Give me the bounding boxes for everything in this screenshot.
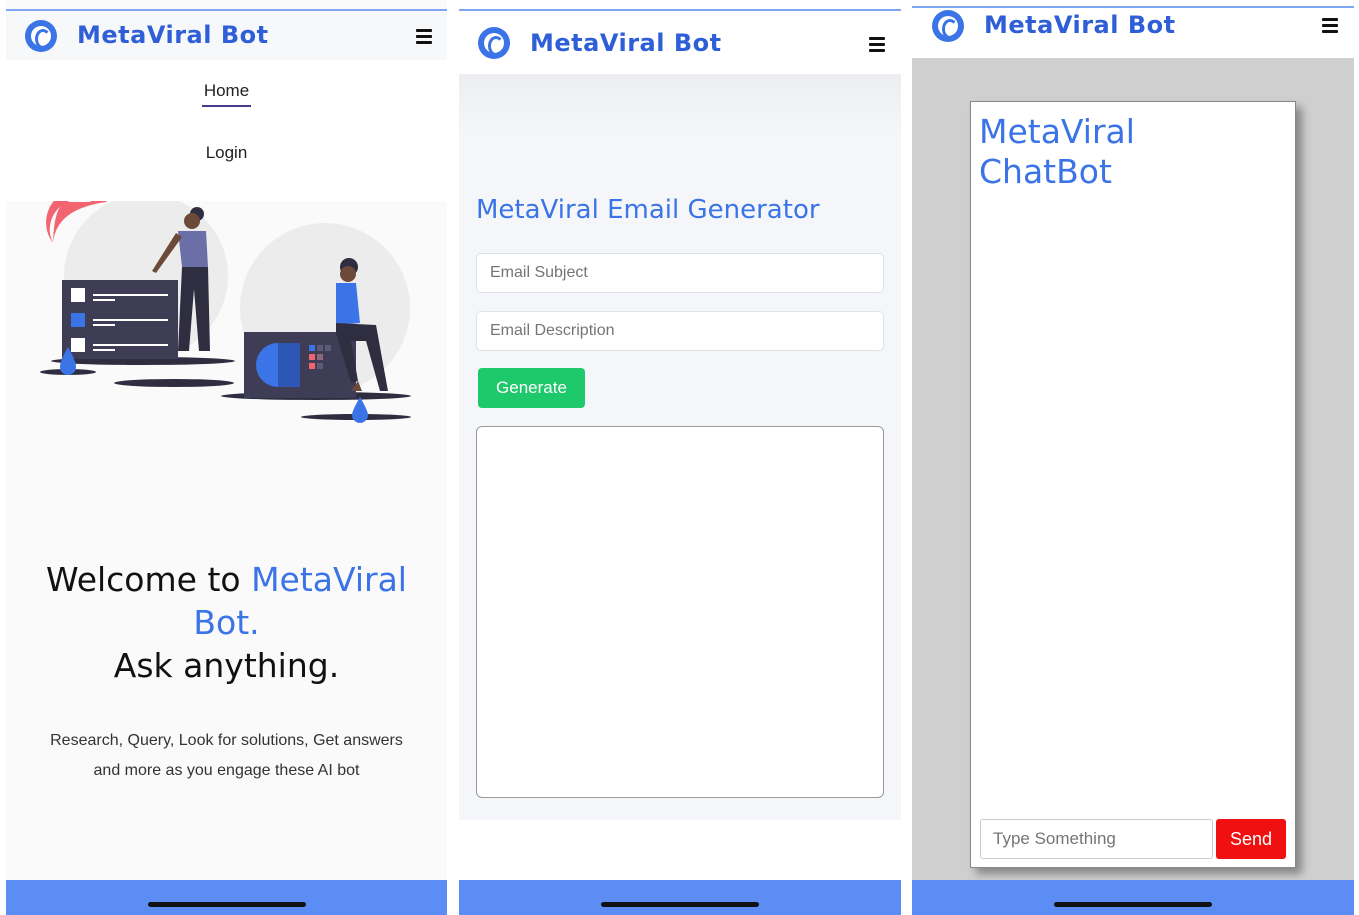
chatbot-title: MetaViral ChatBot xyxy=(979,112,1154,192)
nav-link-login[interactable]: Login xyxy=(6,143,447,163)
email-subject-input[interactable] xyxy=(476,253,884,293)
send-button[interactable]: Send xyxy=(1216,819,1286,859)
nav-menu: Home Login xyxy=(6,60,447,201)
welcome-heading: Welcome to MetaViral Bot. Ask anything. xyxy=(26,558,427,687)
navbar: MetaViral Bot xyxy=(459,11,901,74)
hamburger-menu-icon[interactable] xyxy=(869,37,885,55)
chatbot-screen: MetaViral Bot MetaViral ChatBot Send xyxy=(912,0,1354,915)
bottom-bar xyxy=(459,880,901,915)
welcome-suffix: Ask anything. xyxy=(113,646,340,685)
hamburger-menu-icon[interactable] xyxy=(416,29,432,47)
home-indicator[interactable] xyxy=(1054,902,1212,907)
email-description-input[interactable] xyxy=(476,311,884,351)
logo-icon[interactable] xyxy=(932,10,964,42)
welcome-prefix: Welcome to xyxy=(46,560,252,599)
navbar: MetaViral Bot xyxy=(6,11,447,60)
email-generator-title: MetaViral Email Generator xyxy=(476,195,820,225)
bottom-bar xyxy=(6,880,447,915)
welcome-description: Research, Query, Look for solutions, Get… xyxy=(50,732,403,779)
nav-link-home[interactable]: Home xyxy=(6,81,447,107)
top-divider xyxy=(459,9,901,11)
home-indicator[interactable] xyxy=(147,902,306,907)
hero-illustration xyxy=(40,201,411,423)
hamburger-menu-icon[interactable] xyxy=(1322,18,1338,36)
bottom-bar xyxy=(912,880,1354,915)
chat-message-input[interactable] xyxy=(980,819,1213,859)
chatbot-title-text: MetaViral ChatBot xyxy=(979,112,1135,191)
email-generator-screen: MetaViral Bot MetaViral Email Generator … xyxy=(459,0,901,915)
brand-name[interactable]: MetaViral Bot xyxy=(77,21,269,49)
navbar: MetaViral Bot xyxy=(912,0,1354,58)
home-screen: MetaViral Bot Home Login Welcome to Meta… xyxy=(6,0,447,915)
top-divider xyxy=(6,9,447,11)
generate-button[interactable]: Generate xyxy=(478,368,585,408)
brand-name[interactable]: MetaViral Bot xyxy=(984,11,1176,39)
generated-email-output[interactable] xyxy=(476,426,884,798)
logo-icon[interactable] xyxy=(25,20,57,52)
chat-card: MetaViral ChatBot Send xyxy=(970,101,1296,868)
brand-name[interactable]: MetaViral Bot xyxy=(530,29,722,57)
top-divider xyxy=(912,6,1354,8)
logo-icon[interactable] xyxy=(478,27,510,59)
home-indicator[interactable] xyxy=(601,902,759,907)
